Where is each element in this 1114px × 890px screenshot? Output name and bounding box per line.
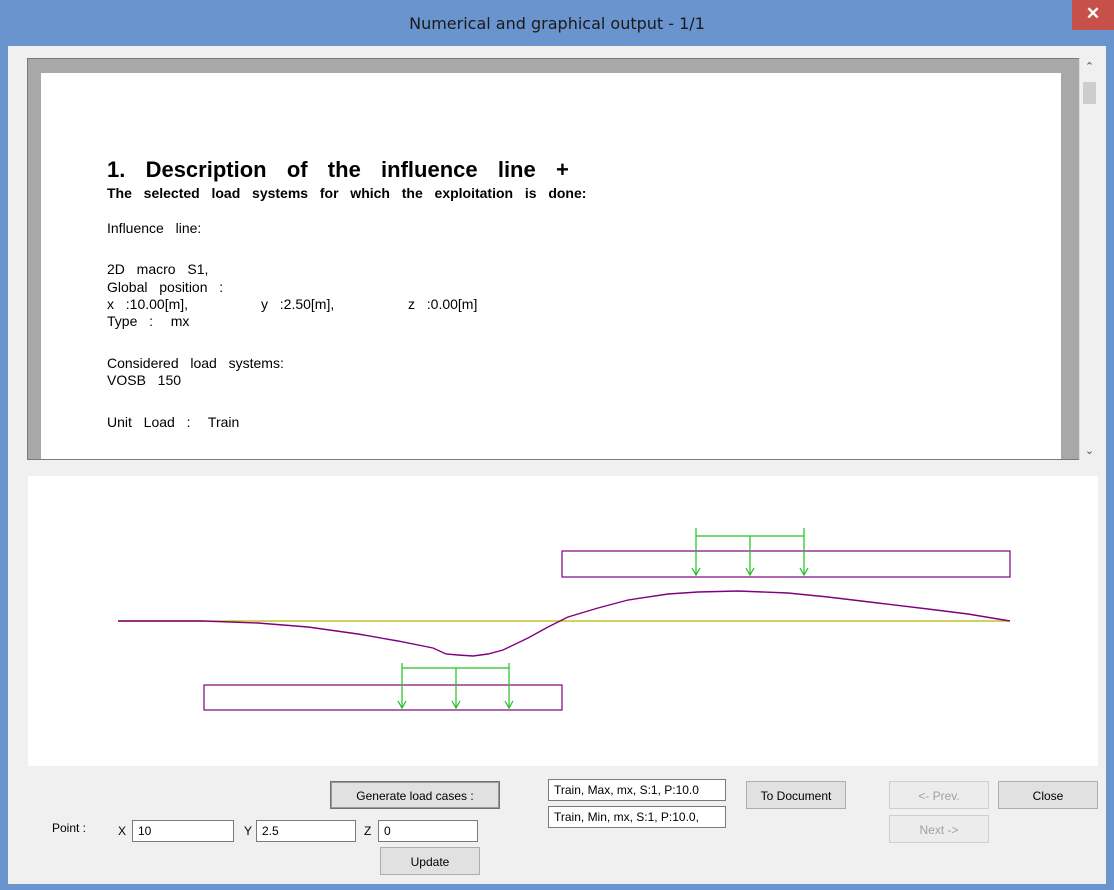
report-heading: 1. Description of the influence line + (107, 157, 569, 182)
load-case-max-field[interactable]: Train, Max, mx, S:1, P:10.0 (548, 779, 726, 801)
prev-button[interactable]: <- Prev. (889, 781, 989, 809)
dialog-client: 1. Description of the influence line + T… (8, 46, 1106, 884)
report-page: 1. Description of the influence line + T… (41, 73, 1061, 459)
scroll-down-icon[interactable]: ⌄ (1080, 442, 1099, 460)
generate-load-cases-button[interactable]: Generate load cases : (330, 781, 500, 809)
scroll-up-icon[interactable]: ⌃ (1080, 58, 1099, 76)
point-label: Point : (52, 821, 87, 835)
close-button[interactable]: Close (998, 781, 1098, 809)
position-y: y :2.50[m], (261, 296, 335, 312)
report-viewer: 1. Description of the influence line + T… (27, 58, 1081, 460)
load-case-min-field[interactable]: Train, Min, mx, S:1, P:10.0, (548, 806, 726, 828)
x-label: X (118, 824, 127, 838)
window-title: Numerical and graphical output - 1/1 (409, 14, 705, 33)
close-icon[interactable]: ✕ (1072, 0, 1114, 30)
x-input[interactable]: 10 (132, 820, 234, 842)
z-input[interactable]: 0 (378, 820, 478, 842)
report-subheading: The selected load systems for which the … (107, 185, 587, 201)
upper-load-arrows (691, 536, 809, 577)
z-label: Z (364, 824, 372, 838)
title-bar: Numerical and graphical output - 1/1 ✕ (0, 0, 1114, 46)
upper-load-beam (561, 550, 1011, 578)
lower-load-arrows (397, 668, 514, 710)
next-button[interactable]: Next -> (889, 815, 989, 843)
scroll-thumb[interactable] (1083, 82, 1096, 104)
report-scrollbar[interactable]: ⌃ ⌄ (1079, 58, 1099, 460)
macro-name: 2D macro S1, (107, 261, 209, 277)
update-button[interactable]: Update (380, 847, 480, 875)
global-position-label: Global position : (107, 279, 224, 295)
load-system-name: VOSB 150 (107, 372, 182, 388)
influence-type: Type : mx (107, 313, 190, 329)
y-input[interactable]: 2.5 (256, 820, 356, 842)
influence-curve (118, 590, 1011, 657)
to-document-button[interactable]: To Document (746, 781, 846, 809)
position-x: x :10.00[m], (107, 296, 189, 312)
influence-line-label: Influence line: (107, 220, 202, 236)
y-label: Y (244, 824, 253, 838)
unit-load: Unit Load : Train (107, 414, 240, 430)
position-z: z :0.00[m] (408, 296, 478, 312)
considered-load-label: Considered load systems: (107, 355, 284, 371)
influence-line-graph (28, 476, 1098, 766)
